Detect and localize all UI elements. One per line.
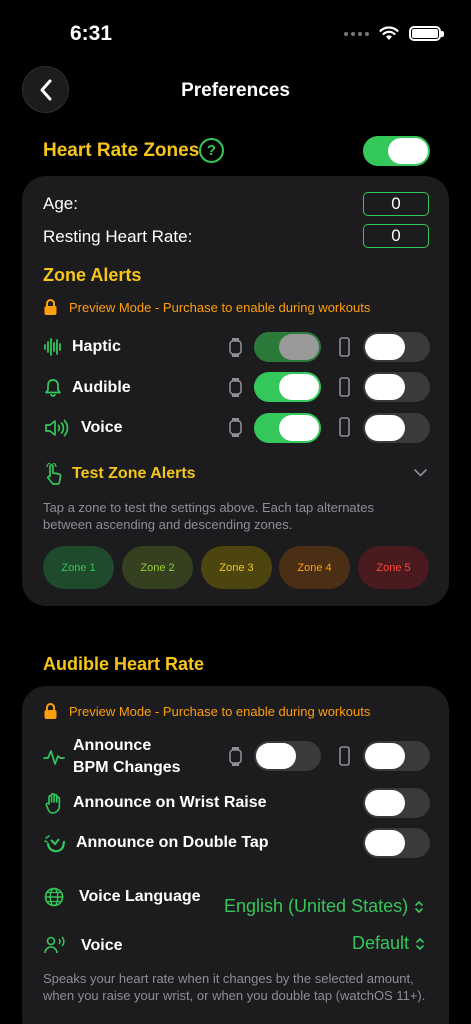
voice-value: Default (352, 933, 410, 953)
chevron-down-icon (414, 469, 427, 477)
globe-icon (44, 887, 64, 907)
haptic-watch-toggle[interactable] (254, 332, 321, 362)
status-icons (344, 26, 444, 41)
watch-icon (229, 747, 242, 766)
age-field[interactable]: 0 (363, 192, 429, 216)
announce-bpm-label-line1: Announce (73, 737, 152, 754)
zone-alerts-title: Zone Alerts (43, 265, 142, 285)
help-icon[interactable]: ? (199, 138, 224, 163)
status-time: 6:31 (70, 22, 113, 45)
voice-label: Voice (81, 937, 123, 954)
phone-icon (339, 746, 350, 766)
voice-alert-label: Voice (81, 419, 123, 436)
announce-wrist-raise-toggle[interactable] (363, 788, 430, 818)
watch-icon (229, 418, 242, 437)
age-label: Age: (43, 194, 78, 213)
announce-bpm-watch-toggle[interactable] (254, 741, 321, 771)
watch-icon (229, 338, 242, 357)
announce-double-tap-label: Announce on Double Tap (76, 834, 269, 851)
phone-icon (339, 417, 350, 437)
voice-phone-toggle[interactable] (363, 413, 430, 443)
audible-watch-toggle[interactable] (254, 372, 321, 402)
haptic-label: Haptic (72, 338, 121, 355)
audible-label: Audible (72, 379, 131, 396)
raised-hand-icon (45, 792, 61, 814)
announce-bpm-phone-toggle[interactable] (363, 741, 430, 771)
voice-watch-toggle[interactable] (254, 413, 321, 443)
test-zone-hint: Tap a zone to test the settings above. E… (43, 500, 374, 532)
person-speaking-icon (44, 936, 65, 954)
double-tap-icon (44, 835, 66, 853)
preview-mode-text: Preview Mode - Purchase to enable during… (69, 704, 371, 719)
speaker-icon (45, 419, 69, 437)
announce-bpm-label-line2: BPM Changes (73, 759, 181, 776)
heart-rate-zones-toggle[interactable] (363, 136, 430, 166)
resting-heart-rate-label: Resting Heart Rate: (43, 227, 193, 246)
phone-icon (339, 377, 350, 397)
hand-tap-icon (46, 463, 62, 485)
heart-rate-zones-title: Heart Rate Zones (43, 140, 200, 161)
audible-heart-rate-title: Audible Heart Rate (43, 654, 205, 674)
chevron-up-down-icon (415, 900, 423, 913)
heart-rate-line-icon (43, 750, 65, 765)
phone-icon (339, 337, 350, 357)
zone-4-button[interactable]: Zone 4 (279, 546, 350, 589)
zone-1-button[interactable]: Zone 1 (43, 546, 114, 589)
audible-phone-toggle[interactable] (363, 372, 430, 402)
announce-double-tap-toggle[interactable] (363, 828, 430, 858)
lock-icon (44, 703, 57, 719)
chevron-up-down-icon (416, 937, 424, 950)
test-zone-alerts-title: Test Zone Alerts (72, 465, 196, 482)
lock-icon (44, 299, 57, 315)
audible-hint: Speaks your heart rate when it changes b… (43, 971, 426, 1003)
zone-2-button[interactable]: Zone 2 (122, 546, 193, 589)
haptic-phone-toggle[interactable] (363, 332, 430, 362)
waveform-icon (44, 338, 61, 356)
preview-mode-text: Preview Mode - Purchase to enable during… (69, 300, 371, 315)
bell-icon (45, 379, 61, 397)
resting-heart-rate-field[interactable]: 0 (363, 224, 429, 248)
cellular-signal-icon (344, 31, 369, 36)
zone-5-button[interactable]: Zone 5 (358, 546, 429, 589)
battery-icon (409, 26, 444, 41)
page-title: Preferences (181, 80, 290, 101)
voice-picker[interactable]: Default (352, 933, 425, 954)
announce-wrist-raise-label: Announce on Wrist Raise (73, 794, 267, 811)
wifi-icon (379, 26, 399, 40)
voice-language-picker[interactable]: English (United States) (224, 896, 424, 917)
voice-language-label: Voice Language (79, 888, 201, 905)
zone-3-button[interactable]: Zone 3 (201, 546, 272, 589)
watch-icon (229, 378, 242, 397)
voice-language-value: English (United States) (224, 896, 409, 916)
